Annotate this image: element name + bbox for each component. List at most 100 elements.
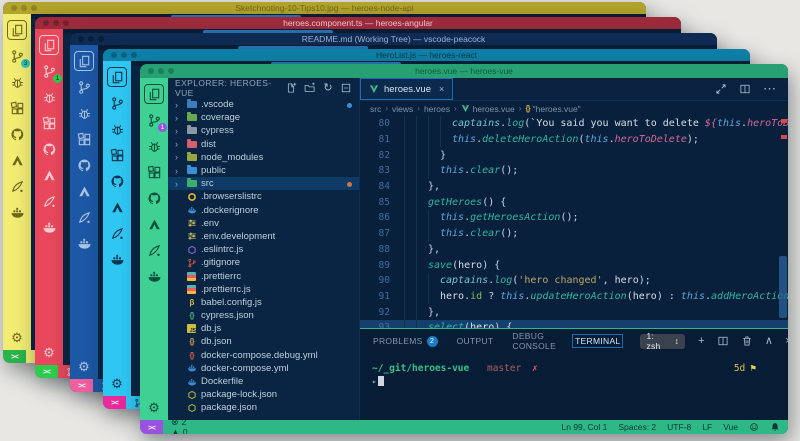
tree-item-package-lock.json[interactable]: package-lock.json [168,388,359,401]
remote-indicator[interactable]: >< [103,396,126,409]
github-icon[interactable] [75,156,93,174]
close-tab-icon[interactable]: × [439,84,444,94]
status-right-item[interactable]: LF [702,422,712,432]
docker-icon[interactable] [8,203,26,221]
terminal-select[interactable]: 1: zsh↕ [640,334,685,349]
editor-scrollbar[interactable] [779,256,787,318]
window-titlebar[interactable]: heroes.component.ts — heroes-angular [35,17,681,29]
zoom-window-icon[interactable] [31,5,37,11]
close-window-icon[interactable] [111,52,117,58]
settings-gear-icon[interactable]: ⚙ [40,343,58,361]
tree-item-public[interactable]: ›public [168,164,359,177]
tree-item-cypress[interactable]: ›cypress [168,124,359,137]
tree-item-db.js[interactable]: db.js [168,322,359,335]
panel-tab-problems[interactable]: PROBLEMS2 [370,334,441,349]
new-folder-icon[interactable] [304,82,316,94]
peacock-icon[interactable] [145,241,163,259]
code-line-80[interactable]: 80captains.log(`You said you want to del… [360,116,788,132]
breadcrumb-item[interactable]: views [392,104,413,114]
code-line-83[interactable]: 83this.clear(); [360,163,788,179]
debug-icon[interactable] [145,137,163,155]
zoom-window-icon[interactable] [98,36,104,42]
code-line-87[interactable]: 87this.clear(); [360,226,788,242]
azure-icon[interactable] [8,151,26,169]
panel-tab-debug-console[interactable]: DEBUG CONSOLE [509,329,559,353]
peacock-icon[interactable] [8,177,26,195]
source-control-icon[interactable]: 3 [8,47,26,65]
window-titlebar[interactable]: HeroList.js — heroes-react [103,49,750,61]
panel-tab-output[interactable]: OUTPUT [454,334,497,348]
traffic-lights[interactable] [148,68,174,74]
code-line-89[interactable]: 89save(hero) { [360,257,788,273]
breadcrumb-item[interactable]: src [370,104,381,114]
extensions-icon[interactable] [8,99,26,117]
refresh-icon[interactable]: ↻ [323,83,333,94]
azure-icon[interactable] [40,166,58,184]
tree-item-src[interactable]: ›src [168,177,359,190]
debug-icon[interactable] [8,73,26,91]
code-line-91[interactable]: 91hero.id ? this.updateHeroAction(hero) … [360,289,788,305]
extensions-icon[interactable] [145,163,163,181]
code-line-88[interactable]: 88}, [360,242,788,258]
tree-item-.prettierrc[interactable]: .prettierrc [168,269,359,282]
close-window-icon[interactable] [11,5,17,11]
status-right-item[interactable]: Ln 99, Col 1 [562,422,608,432]
remote-indicator[interactable]: >< [140,420,163,434]
explorer-icon[interactable] [108,68,126,86]
panel-tab-terminal[interactable]: TERMINAL [572,334,623,348]
code-line-82[interactable]: 82} [360,147,788,163]
kill-terminal-icon[interactable] [741,335,753,347]
tree-item-coverage[interactable]: ›coverage [168,111,359,124]
status-feedback-smiley[interactable] [749,422,759,432]
azure-icon[interactable] [145,215,163,233]
status-right-item[interactable]: Spaces: 2 [618,422,656,432]
tab-heroes-vue[interactable]: heroes.vue × [360,78,453,100]
split-editor-icon[interactable] [739,83,751,95]
zoom-window-icon[interactable] [63,20,69,26]
debug-icon[interactable] [75,104,93,122]
traffic-lights[interactable] [111,52,137,58]
debug-icon[interactable] [40,88,58,106]
code-line-85[interactable]: 85getHeroes() { [360,194,788,210]
tree-item-.dockerignore[interactable]: .dockerignore [168,204,359,217]
settings-gear-icon[interactable]: ⚙ [75,357,93,375]
settings-gear-icon[interactable]: ⚙ [8,328,26,346]
terminal[interactable]: ~/_git/heroes-vue master ✗ 5d⚑ ▸ [360,353,788,420]
explorer-icon[interactable] [145,85,163,103]
github-icon[interactable] [108,172,126,190]
breadcrumb-item[interactable]: {}"heroes.vue" [525,104,580,114]
traffic-lights[interactable] [43,20,69,26]
close-window-icon[interactable] [43,20,49,26]
azure-icon[interactable] [75,182,93,200]
code-editor[interactable]: 80captains.log(`You said you want to del… [360,116,788,328]
source-control-icon[interactable] [108,94,126,112]
extensions-icon[interactable] [40,114,58,132]
peacock-icon[interactable] [40,192,58,210]
minimize-window-icon[interactable] [121,52,127,58]
extensions-icon[interactable] [108,146,126,164]
tree-item-.eslintrc.js[interactable]: .eslintrc.js [168,243,359,256]
tree-item-node_modules[interactable]: ›node_modules [168,151,359,164]
split-terminal-icon[interactable] [717,335,729,347]
explorer-icon[interactable] [75,52,93,70]
status-warnings[interactable]: ▲0 [171,427,219,434]
traffic-lights[interactable] [11,5,37,11]
status-right-item[interactable]: Vue [723,422,738,432]
tree-item-docker-compose.debug.yml[interactable]: {}docker-compose.debug.yml [168,349,359,362]
code-line-90[interactable]: 90captains.log('hero changed', hero); [360,273,788,289]
breadcrumb-item[interactable]: heroes.vue [461,104,515,114]
minimize-window-icon[interactable] [158,68,164,74]
window-titlebar[interactable]: Sketchnoting-10-Tips10.jpg — heroes-node… [3,2,646,14]
tree-item-.gitignore[interactable]: .gitignore [168,256,359,269]
docker-icon[interactable] [40,218,58,236]
minimize-window-icon[interactable] [21,5,27,11]
zoom-window-icon[interactable] [168,68,174,74]
new-file-icon[interactable] [285,82,297,94]
docker-icon[interactable] [108,250,126,268]
explorer-icon[interactable] [8,21,26,39]
window-titlebar[interactable]: heroes.vue — heroes-vue [140,64,788,78]
debug-icon[interactable] [108,120,126,138]
peacock-icon[interactable] [108,224,126,242]
maximize-panel-icon[interactable]: ∧ [765,336,773,347]
source-control-icon[interactable] [75,78,93,96]
